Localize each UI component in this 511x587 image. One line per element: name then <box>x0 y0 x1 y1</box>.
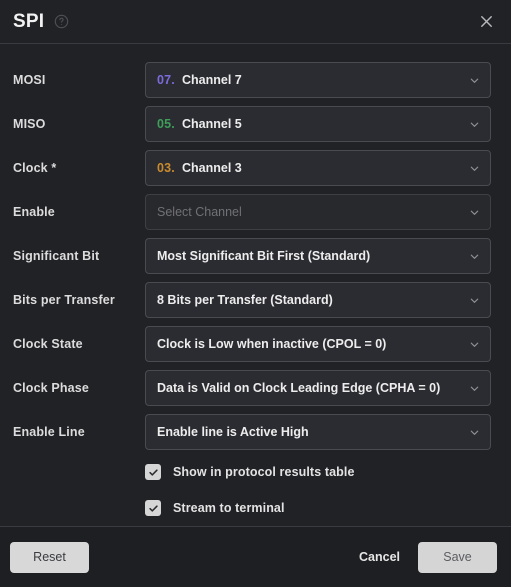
chevron-down-icon <box>469 295 480 306</box>
select-value-clock: Channel 3 <box>181 161 242 175</box>
chevron-down-icon <box>469 251 480 262</box>
row-label-mosi: MOSI <box>13 73 46 87</box>
chevron-down-icon <box>469 339 480 350</box>
select-enable-line[interactable]: Enable line is Active High <box>145 414 491 450</box>
select-value-clock-phase: Data is Valid on Clock Leading Edge (CPH… <box>157 381 441 395</box>
cancel-button[interactable]: Cancel <box>347 542 412 573</box>
row-label-clock-state: Clock State <box>13 337 83 351</box>
save-button[interactable]: Save <box>418 541 497 573</box>
row-label-bits-per-transfer: Bits per Transfer <box>13 293 115 307</box>
checkbox-row-stream-to-terminal: Stream to terminal <box>0 490 511 526</box>
form-row-mosi: MOSI 07. Channel 7 <box>0 58 511 102</box>
chevron-down-icon <box>469 75 480 86</box>
select-value-miso: Channel 5 <box>181 117 242 131</box>
chevron-down-icon <box>469 383 480 394</box>
form-row-enable: Enable Select Channel <box>0 190 511 234</box>
chevron-down-icon <box>469 119 480 130</box>
spi-settings-dialog: SPI MOSI 07. Channel 7 MISO 05. Channel … <box>0 0 511 587</box>
select-significant-bit[interactable]: Most Significant Bit First (Standard) <box>145 238 491 274</box>
form-row-clock-state: Clock State Clock is Low when inactive (… <box>0 322 511 366</box>
select-enable[interactable]: Select Channel <box>145 194 491 230</box>
form-row-bits-per-transfer: Bits per Transfer 8 Bits per Transfer (S… <box>0 278 511 322</box>
select-clock-state[interactable]: Clock is Low when inactive (CPOL = 0) <box>145 326 491 362</box>
select-value-enable: Select Channel <box>157 205 242 219</box>
form-row-enable-line: Enable Line Enable line is Active High <box>0 410 511 454</box>
select-value-significant-bit: Most Significant Bit First (Standard) <box>157 249 371 263</box>
select-bits-per-transfer[interactable]: 8 Bits per Transfer (Standard) <box>145 282 491 318</box>
channel-number-miso: 05. <box>157 117 175 131</box>
select-clock-phase[interactable]: Data is Valid on Clock Leading Edge (CPH… <box>145 370 491 406</box>
row-label-enable-line: Enable Line <box>13 425 85 439</box>
select-miso[interactable]: 05. Channel 5 <box>145 106 491 142</box>
select-clock[interactable]: 03. Channel 3 <box>145 150 491 186</box>
form-row-miso: MISO 05. Channel 5 <box>0 102 511 146</box>
select-value-enable-line: Enable line is Active High <box>157 425 309 439</box>
checkbox-label-stream-to-terminal: Stream to terminal <box>173 501 285 515</box>
row-label-enable: Enable <box>13 205 55 219</box>
form-row-clock: Clock * 03. Channel 3 <box>0 146 511 190</box>
dialog-header: SPI <box>0 0 511 44</box>
select-value-clock-state: Clock is Low when inactive (CPOL = 0) <box>157 337 387 351</box>
select-mosi[interactable]: 07. Channel 7 <box>145 62 491 98</box>
select-value-mosi: Channel 7 <box>181 73 242 87</box>
page-title: SPI <box>13 10 45 32</box>
form-row-significant-bit: Significant Bit Most Significant Bit Fir… <box>0 234 511 278</box>
channel-number-mosi: 07. <box>157 73 175 87</box>
select-value-bits-per-transfer: 8 Bits per Transfer (Standard) <box>157 293 333 307</box>
channel-number-clock: 03. <box>157 161 175 175</box>
chevron-down-icon <box>469 207 480 218</box>
chevron-down-icon <box>469 427 480 438</box>
checkbox-show-in-results[interactable] <box>145 464 161 480</box>
checkbox-label-show-in-results: Show in protocol results table <box>173 465 355 479</box>
footer-actions: Cancel Save <box>347 541 497 573</box>
form-row-clock-phase: Clock Phase Data is Valid on Clock Leadi… <box>0 366 511 410</box>
settings-form: MOSI 07. Channel 7 MISO 05. Channel 5 Cl… <box>0 44 511 526</box>
row-label-miso: MISO <box>13 117 46 131</box>
help-circle-icon[interactable] <box>54 14 69 29</box>
chevron-down-icon <box>469 163 480 174</box>
row-label-significant-bit: Significant Bit <box>13 249 100 263</box>
row-label-clock: Clock * <box>13 161 57 175</box>
checkbox-row-show-in-results: Show in protocol results table <box>0 454 511 490</box>
row-label-clock-phase: Clock Phase <box>13 381 89 395</box>
reset-button[interactable]: Reset <box>10 541 89 573</box>
dialog-footer: Reset Cancel Save <box>0 526 511 587</box>
checkbox-stream-to-terminal[interactable] <box>145 500 161 516</box>
close-icon[interactable] <box>475 11 497 33</box>
